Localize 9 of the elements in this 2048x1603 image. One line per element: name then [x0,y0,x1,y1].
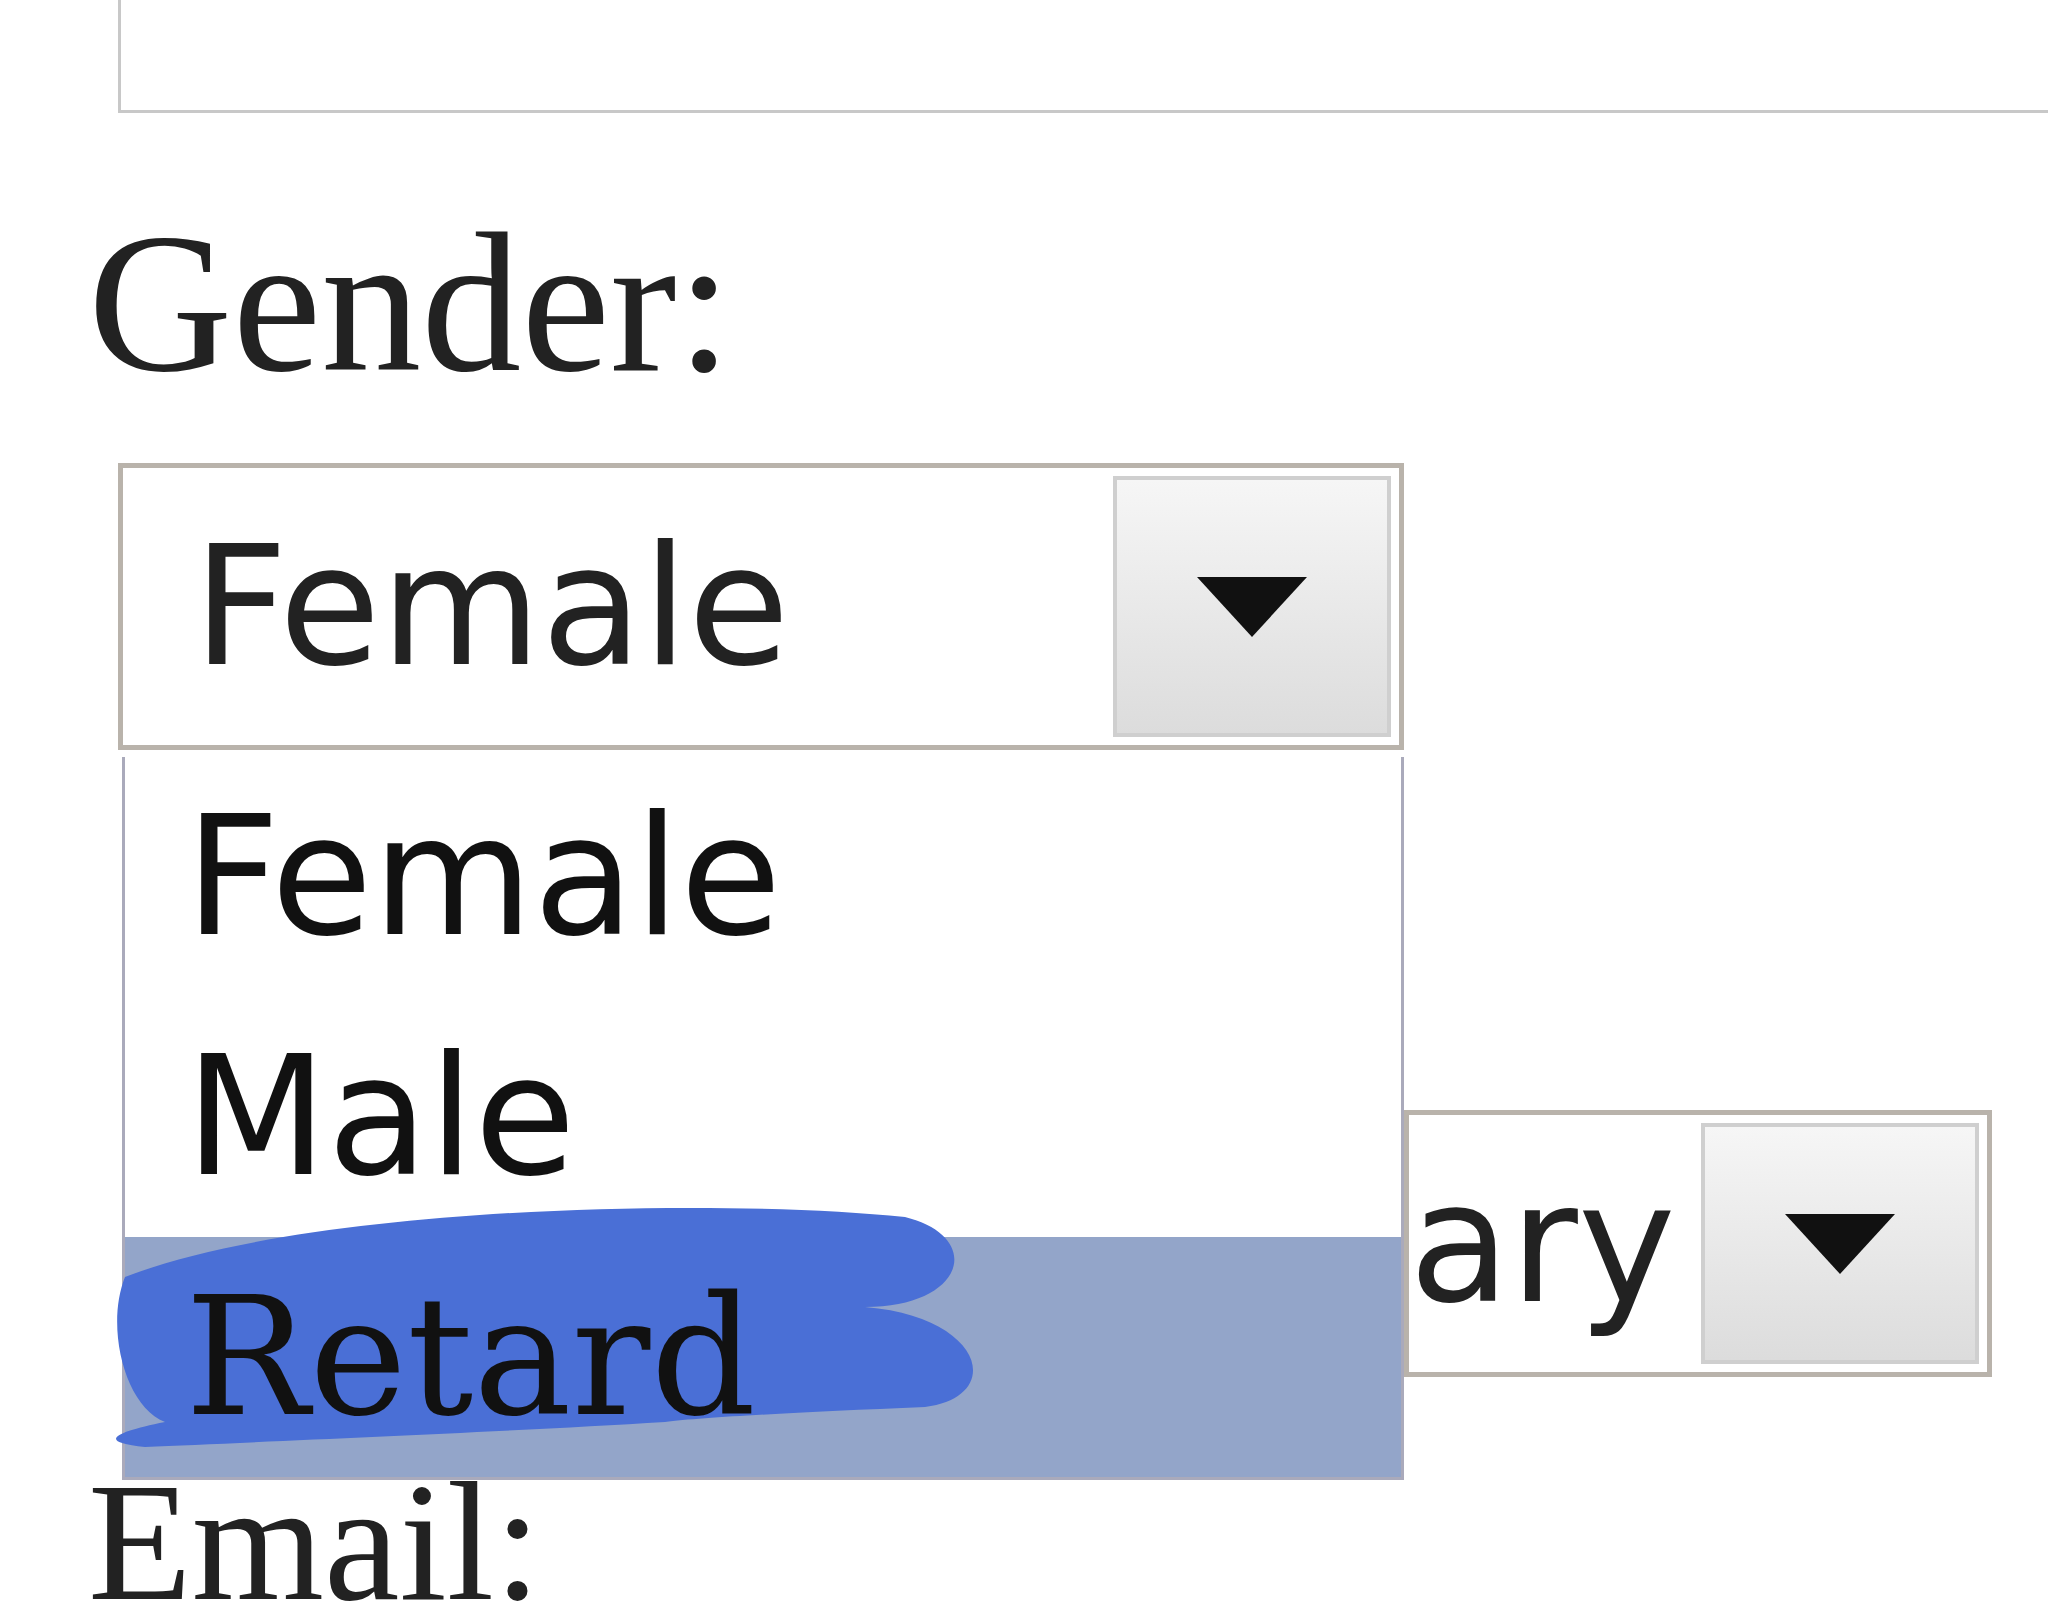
dropdown-button[interactable] [1113,476,1391,737]
gender-label: Gender: [88,203,734,403]
caret-down-icon [1785,1213,1895,1274]
caret-down-icon [1197,576,1307,637]
select-field[interactable]: ary [1404,1110,1992,1377]
dropdown-button[interactable] [1701,1123,1979,1364]
email-label: Email: [88,1457,543,1603]
gender-select[interactable]: Female [118,463,1404,750]
text-field[interactable] [118,0,2048,113]
